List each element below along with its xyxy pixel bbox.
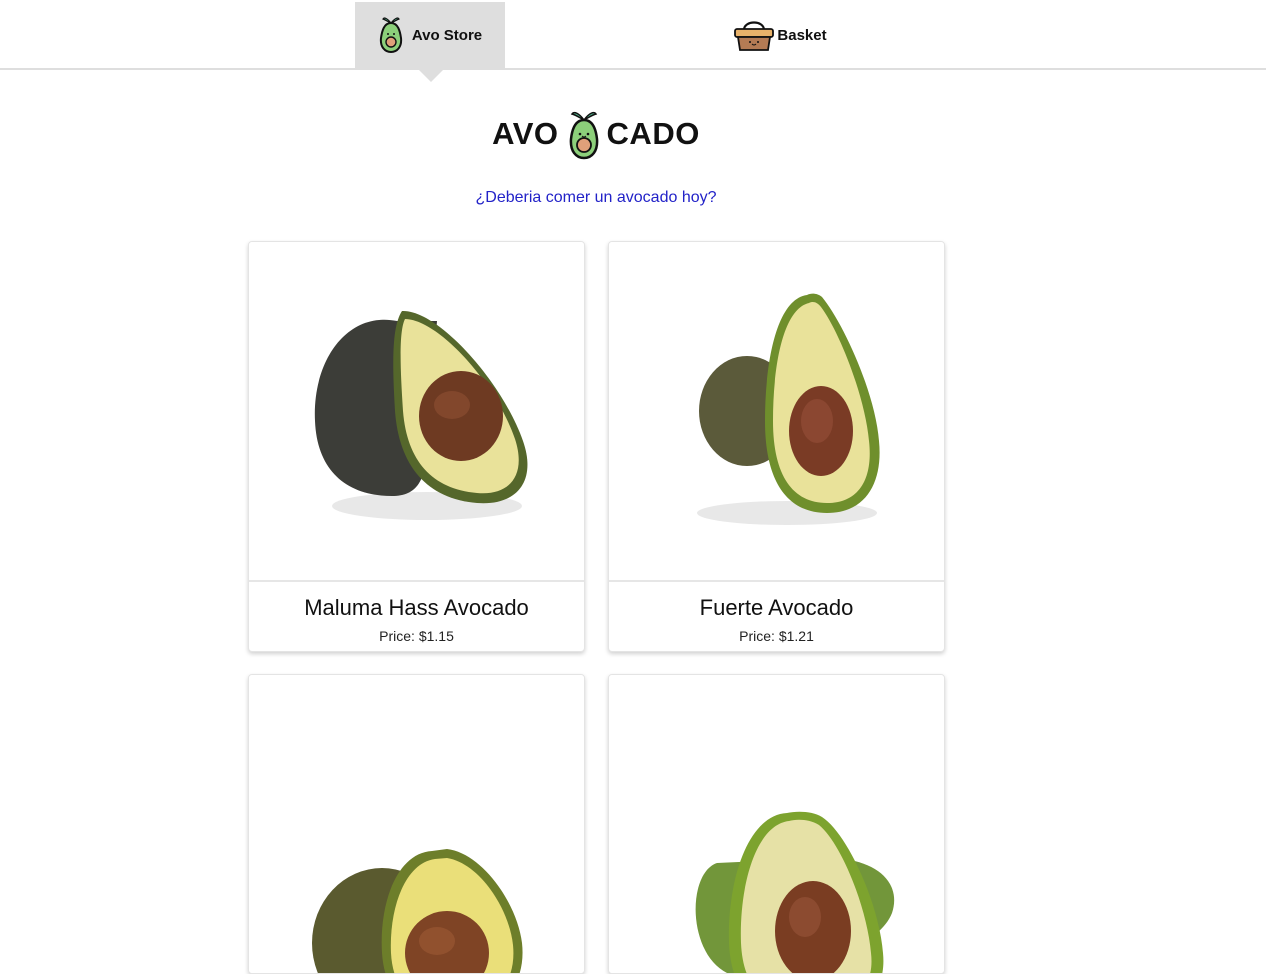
basket-icon xyxy=(733,16,775,56)
product-card[interactable] xyxy=(248,674,585,974)
product-card[interactable]: Maluma Hass Avocado Price: $1.15 xyxy=(248,241,585,652)
nav-tab-basket[interactable]: Basket xyxy=(705,2,855,69)
page-title: AVO CADO xyxy=(0,108,1192,160)
title-right: CADO xyxy=(606,116,700,151)
avocado-icon xyxy=(567,108,601,160)
active-tab-pointer xyxy=(418,69,444,82)
nav-tab-label: Basket xyxy=(777,27,827,44)
top-nav: Avo Store Basket xyxy=(0,0,1266,70)
product-price: Price: $1.15 xyxy=(379,628,454,644)
product-image xyxy=(249,242,584,582)
product-name: Maluma Hass Avocado xyxy=(304,595,529,620)
product-image xyxy=(609,675,944,973)
avocado-logo-icon xyxy=(378,14,404,58)
product-image xyxy=(609,242,944,582)
nav-tab-label: Avo Store xyxy=(411,27,483,44)
title-left: AVO xyxy=(492,116,559,151)
product-card[interactable] xyxy=(608,674,945,974)
product-card[interactable]: Fuerte Avocado Price: $1.21 xyxy=(608,241,945,652)
nav-tab-avo-store[interactable]: Avo Store xyxy=(355,2,505,69)
product-name: Fuerte Avocado xyxy=(699,595,854,620)
product-price: Price: $1.21 xyxy=(739,628,814,644)
product-image xyxy=(249,675,584,973)
tagline-link[interactable]: ¿Deberia comer un avocado hoy? xyxy=(0,189,1192,207)
